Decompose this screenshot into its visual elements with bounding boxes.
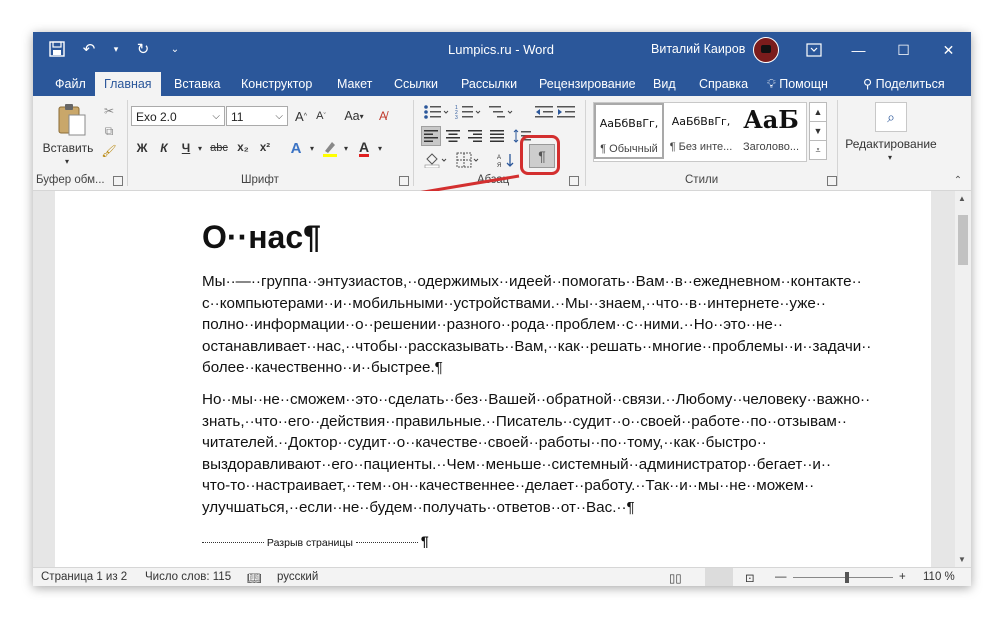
paragraph-2[interactable]: Но··мы··не··сможем··это··сделать··без··В… [202,389,907,518]
scroll-down-icon[interactable]: ▼ [958,555,966,564]
text-line: полно··информации··о··решении··разного··… [202,316,783,333]
zoom-level[interactable]: 110 % [923,571,955,583]
read-mode-icon[interactable]: ▯▯ [669,571,682,585]
text-line: улучшаться,··если··не··будем··получать··… [202,498,635,516]
language[interactable]: русский [277,571,318,583]
proofing-icon[interactable]: 📖︎ [247,571,262,585]
web-layout-icon[interactable]: ⊡ [745,571,755,585]
page-break-dots [202,542,264,543]
page[interactable]: О··нас¶ Мы··—··группа··энтузиастов,··оде… [55,191,931,567]
zoom-out-icon[interactable]: — [775,571,787,583]
text-line: Мы··—··группа··энтузиастов,··одержимых··… [202,273,862,290]
text-line: более··качественно··и··быстрее.¶ [202,359,443,376]
status-bar: Страница 1 из 2 Число слов: 115 📖︎ русск… [33,567,971,586]
vertical-scrollbar[interactable]: ▲ ▼ [955,191,971,567]
page-count[interactable]: Страница 1 из 2 [41,571,127,583]
page-break-dots [355,542,418,543]
scroll-up-icon[interactable]: ▲ [958,194,966,203]
text-line: знать,··что··его··действия··правильные.·… [202,412,847,430]
text-line: выздоравливают··его··пациенты.··Чем··мен… [202,455,832,473]
text-line: читателей.··Доктор··судит··о··качестве··… [202,434,767,451]
zoom-slider-thumb[interactable] [845,572,849,583]
page-break: Разрыв страницы ¶ [202,533,429,549]
document-area: О··нас¶ Мы··—··группа··энтузиастов,··оде… [33,191,955,567]
zoom-in-icon[interactable]: + [899,571,906,583]
text-line: Но··мы··не··сможем··это··сделать··без··В… [202,391,871,408]
text-line: с··компьютерами··и··мобильными··устройст… [202,294,826,312]
print-layout-icon[interactable] [705,568,733,586]
document-heading[interactable]: О··нас¶ [202,219,321,256]
text-line: что-то··настраивает,··тем··он··качествен… [202,477,815,494]
zoom-slider-track[interactable] [793,577,893,578]
scroll-thumb[interactable] [958,215,968,265]
word-count[interactable]: Число слов: 115 [145,571,231,583]
page-break-label: Разрыв страницы [266,537,353,549]
text-line: останавливает··нас,··чтобы··рассказывать… [202,337,872,355]
paragraph-1[interactable]: Мы··—··группа··энтузиастов,··одержимых··… [202,271,907,379]
word-window: ↶ ▾ ↻ ⌄ Lumpics.ru - Word Виталий Каиров… [33,32,971,586]
page-break-mark: ¶ [420,533,429,549]
